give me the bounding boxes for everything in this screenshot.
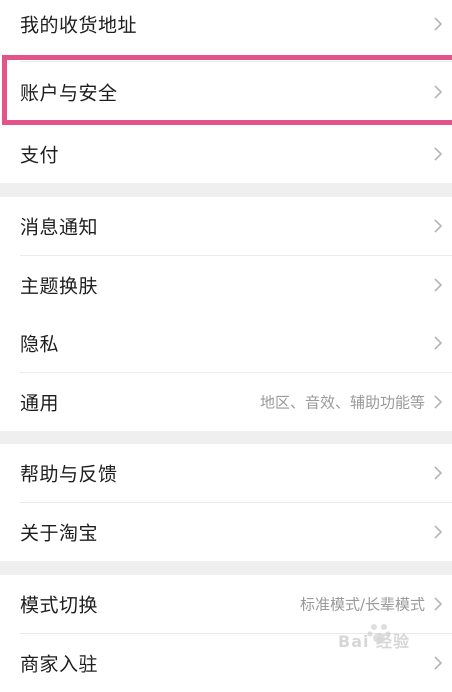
- row-label: 帮助与反馈: [20, 463, 118, 486]
- chevron-right-icon: [434, 278, 443, 292]
- row-label: 关于淘宝: [20, 522, 99, 545]
- row-label: 我的收货地址: [20, 14, 138, 37]
- row-label: 模式切换: [20, 594, 99, 617]
- row-label: 消息通知: [20, 216, 99, 239]
- row-label: 隐私: [20, 333, 60, 356]
- row-hint: 地区、音效、辅助功能等: [259, 393, 425, 412]
- row-hint: 标准模式/长辈模式: [299, 595, 425, 614]
- chevron-right-icon: [434, 336, 443, 350]
- chevron-right-icon: [434, 597, 443, 611]
- row-account-security[interactable]: 账户与安全: [0, 63, 452, 121]
- row-label: 通用: [20, 392, 60, 415]
- chevron-right-icon: [434, 395, 443, 409]
- baidu-watermark: Bai 经验: [332, 618, 442, 654]
- chevron-right-icon: [434, 219, 443, 233]
- row-notifications[interactable]: 消息通知: [0, 197, 452, 255]
- chevron-right-icon: [434, 656, 443, 670]
- row-about[interactable]: 关于淘宝: [0, 503, 452, 561]
- row-theme[interactable]: 主题换肤: [0, 256, 452, 314]
- chevron-right-icon: [434, 147, 443, 161]
- watermark-text: Bai 经验: [338, 632, 411, 651]
- row-payment[interactable]: 支付: [0, 125, 452, 183]
- row-label: 商家入驻: [20, 653, 99, 676]
- chevron-right-icon: [434, 525, 443, 539]
- row-shipping-address[interactable]: 我的收货地址: [0, 0, 452, 53]
- divider: [20, 61, 452, 62]
- row-privacy[interactable]: 隐私: [0, 314, 452, 372]
- row-label: 主题换肤: [20, 275, 99, 298]
- row-help-feedback[interactable]: 帮助与反馈: [0, 444, 452, 502]
- row-label: 支付: [20, 144, 60, 167]
- chevron-right-icon: [434, 466, 443, 480]
- row-label: 账户与安全: [20, 82, 118, 105]
- row-general[interactable]: 通用 地区、音效、辅助功能等: [0, 373, 452, 431]
- chevron-right-icon: [434, 17, 443, 31]
- chevron-right-icon: [434, 85, 443, 99]
